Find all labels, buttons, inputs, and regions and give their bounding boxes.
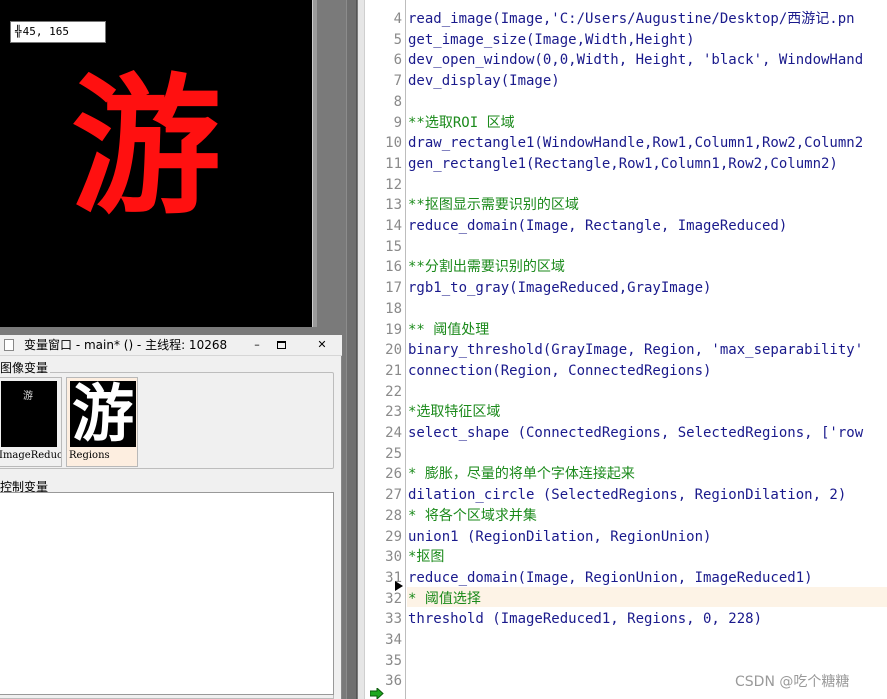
code-comment-line[interactable]: *选取特征区域 — [408, 402, 500, 422]
line-number: 7 — [393, 73, 402, 89]
line-number: 25 — [385, 446, 402, 462]
line-number: 24 — [385, 425, 402, 441]
line-number-gutter[interactable]: 4 5 6 7 8 9 10 11 12 13 14 15 16 17 18 19 20 21 22 23 24 25 26… — [358, 0, 406, 699]
thumbnail-label: Regions — [69, 450, 110, 461]
line-number: 18 — [385, 301, 402, 317]
thumbnail-preview-text: 游 — [23, 391, 33, 402]
line-number: 5 — [393, 32, 402, 48]
line-number: 23 — [385, 404, 402, 420]
code-line[interactable]: rgb1_to_gray(ImageReduced,GrayImage) — [408, 278, 711, 298]
variable-thumbnail-regions[interactable]: 游 Regions — [66, 377, 138, 467]
code-line[interactable]: dev_display(Image) — [408, 71, 560, 91]
close-button[interactable]: ✕ — [308, 338, 336, 353]
code-comment-line[interactable]: **抠图显示需要识别的区域 — [408, 195, 579, 215]
code-line[interactable]: reduce_domain(Image, RegionUnion, ImageR… — [408, 568, 813, 588]
line-number: 32 — [385, 591, 402, 607]
line-number: 33 — [385, 611, 402, 627]
variable-thumbnail-imagereduced[interactable]: 游 ImageReduced — [0, 377, 62, 467]
thumbnail-preview-text: 游 — [70, 381, 136, 447]
line-number: 16 — [385, 259, 402, 275]
line-number: 35 — [385, 653, 402, 669]
code-comment-line[interactable]: **分割出需要识别的区域 — [408, 257, 565, 277]
line-number: 10 — [385, 135, 402, 151]
line-number: 22 — [385, 384, 402, 400]
line-number: 11 — [385, 156, 402, 172]
thumbnail-preview: 游 — [70, 381, 136, 447]
code-line[interactable]: select_shape (ConnectedRegions, Selected… — [408, 423, 863, 443]
code-line[interactable]: get_image_size(Image,Width,Height) — [408, 30, 695, 50]
variable-window: 变量窗口 - main* () - 主线程: 10268 – ✕ 图像变量 游 … — [0, 335, 342, 699]
code-line[interactable]: draw_rectangle1(WindowHandle,Row1,Column… — [408, 133, 863, 153]
code-line[interactable]: connection(Region, ConnectedRegions) — [408, 361, 711, 381]
program-editor[interactable]: 4 5 6 7 8 9 10 11 12 13 14 15 16 17 18 19 20 21 22 23 24 25 26… — [358, 0, 887, 699]
code-line[interactable]: reduce_domain(Image, Rectangle, ImageRed… — [408, 216, 787, 236]
line-number: 26 — [385, 466, 402, 482]
coordinate-readout: ╬45, 165 — [10, 21, 106, 43]
image-variables-label: 图像变量 — [0, 359, 51, 376]
code-line[interactable]: dilation_circle (SelectedRegions, Region… — [408, 485, 846, 505]
line-number: 6 — [393, 52, 402, 68]
displayed-character: 游 — [70, 59, 221, 235]
code-comment-line[interactable]: ** 阈值处理 — [408, 320, 489, 340]
code-line[interactable]: threshold (ImageReduced1, Regions, 0, 22… — [408, 609, 762, 629]
thumbnail-preview: 游 — [1, 381, 57, 447]
line-number: 4 — [393, 11, 402, 27]
code-comment-line[interactable]: **选取ROI 区域 — [408, 113, 515, 133]
window-splitter[interactable] — [346, 0, 357, 699]
line-number: 9 — [393, 115, 402, 131]
code-line[interactable]: binary_threshold(GrayImage, Region, 'max… — [408, 340, 863, 360]
line-number: 30 — [385, 549, 402, 565]
thumbnail-label: ImageReduced — [0, 450, 61, 461]
code-comment-line[interactable]: * 将各个区域求并集 — [408, 506, 537, 526]
maximize-icon — [276, 341, 286, 349]
line-number: 34 — [385, 632, 402, 648]
line-number: 13 — [385, 197, 402, 213]
line-number: 12 — [385, 177, 402, 193]
code-comment-line[interactable]: * 膨胀，尽量的将单个字体连接起来 — [408, 464, 635, 484]
line-number: 8 — [393, 94, 402, 110]
line-number: 20 — [385, 342, 402, 358]
line-number: 29 — [385, 529, 402, 545]
breakpoint-margin[interactable] — [358, 0, 365, 699]
insert-cursor-icon — [370, 688, 384, 699]
line-number: 17 — [385, 280, 402, 296]
code-line[interactable]: union1 (RegionDilation, RegionUnion) — [408, 527, 711, 547]
program-counter-icon — [395, 581, 403, 591]
code-line[interactable]: read_image(Image,'C:/Users/Augustine/Des… — [408, 9, 855, 29]
line-number: 28 — [385, 508, 402, 524]
variable-window-titlebar[interactable]: 变量窗口 - main* () - 主线程: 10268 – ✕ — [0, 335, 342, 356]
maximize-button[interactable] — [272, 338, 290, 353]
line-number: 14 — [385, 218, 402, 234]
code-line[interactable]: dev_open_window(0,0,Width, Height, 'blac… — [408, 50, 863, 70]
line-number: 19 — [385, 322, 402, 338]
line-number: 21 — [385, 363, 402, 379]
minimize-button[interactable]: – — [248, 338, 266, 353]
crosshair-icon: ╬ — [15, 25, 22, 38]
variable-window-title: 变量窗口 - main* () - 主线程: 10268 — [24, 338, 228, 352]
coordinate-value: 45, 165 — [22, 25, 69, 38]
code-comment-line[interactable]: * 阈值选择 — [408, 589, 481, 609]
code-comment-line[interactable]: *抠图 — [408, 547, 444, 567]
graphics-window[interactable]: ╬45, 165 游 — [0, 0, 312, 327]
line-number: 27 — [385, 487, 402, 503]
code-line[interactable]: gen_rectangle1(Rectangle,Row1,Column1,Ro… — [408, 154, 838, 174]
control-variables-list[interactable] — [0, 492, 334, 695]
window-icon — [4, 339, 14, 351]
line-number: 15 — [385, 239, 402, 255]
watermark: CSDN @吃个糖糖 — [735, 674, 850, 690]
